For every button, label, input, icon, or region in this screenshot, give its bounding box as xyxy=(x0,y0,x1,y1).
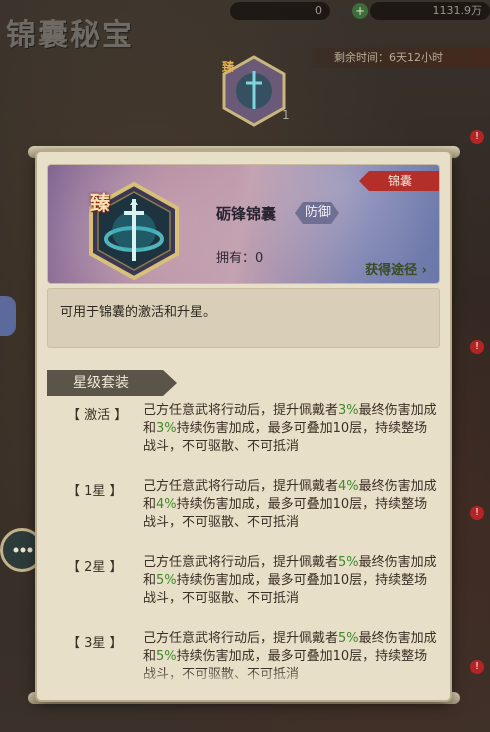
star-level-list[interactable]: 【 激活 】 己方任意武将行动后，提升佩戴者3%最终伤害加成和3%持续伤害加成，… xyxy=(47,402,442,688)
obtain-method-label: 获得途径 xyxy=(365,263,418,278)
star-level-row: 【 1星 】 己方任意武将行动后，提升佩戴者4%最终伤害加成和4%持续伤害加成，… xyxy=(47,478,442,554)
star-level-label: 【 2星 】 xyxy=(67,560,123,575)
resource-counter-1: 0 xyxy=(230,2,330,20)
item-detail-panel: 臻 砺锋锦囊 防御 拥有：0 锦囊 获得途径 › 可用于锦囊的激活和升星。 星级… xyxy=(37,152,450,700)
obtain-method-link[interactable]: 获得途径 › xyxy=(365,259,427,278)
notification-dot: ! xyxy=(470,660,484,674)
chat-icon xyxy=(13,547,33,553)
section-title-star-set: 星级套装 xyxy=(47,370,177,396)
featured-item-count: 1 xyxy=(282,108,290,122)
event-title: 锦囊秘宝 xyxy=(6,18,134,53)
resource-counter-2: 1131.9万 xyxy=(370,2,490,20)
chevron-right-icon: › xyxy=(421,263,427,278)
item-type-tag: 防御 xyxy=(295,202,339,224)
star-level-effect: 己方任意武将行动后，提升佩戴者5%最终伤害加成和5%持续伤害加成，最多可叠加10… xyxy=(143,555,437,606)
notification-dot: ! xyxy=(470,130,484,144)
star-level-label: 【 激活 】 xyxy=(67,408,128,423)
featured-quality-badge: 臻 xyxy=(222,60,235,74)
item-header: 臻 砺锋锦囊 防御 拥有：0 锦囊 获得途径 › xyxy=(47,164,440,284)
star-level-label: 【 1星 】 xyxy=(67,484,123,499)
side-menu-tab[interactable] xyxy=(0,296,16,336)
star-level-effect: 己方任意武将行动后，提升佩戴者3%最终伤害加成和3%持续伤害加成，最多可叠加10… xyxy=(143,403,437,454)
notification-dot: ! xyxy=(470,506,484,520)
quality-badge: 臻 xyxy=(90,191,110,215)
item-description: 可用于锦囊的激活和升星。 xyxy=(47,288,440,348)
item-name: 砺锋锦囊 xyxy=(216,205,277,223)
star-level-effect: 己方任意武将行动后，提升佩戴者4%最终伤害加成和4%持续伤害加成，最多可叠加10… xyxy=(143,479,437,530)
owned-count: 拥有：0 xyxy=(216,251,264,266)
list-fade xyxy=(47,668,442,688)
star-level-row: 【 激活 】 己方任意武将行动后，提升佩戴者3%最终伤害加成和3%持续伤害加成，… xyxy=(47,402,442,478)
resource-bar: 0 1131.9万 + xyxy=(210,0,490,22)
add-currency-button[interactable]: + xyxy=(352,3,368,19)
star-level-label: 【 3星 】 xyxy=(67,636,123,651)
star-level-row: 【 2星 】 己方任意武将行动后，提升佩戴者5%最终伤害加成和5%持续伤害加成，… xyxy=(47,554,442,630)
remaining-time: 剩余时间：6天12小时 xyxy=(312,48,490,68)
category-ribbon: 锦囊 xyxy=(359,171,439,191)
notification-dot: ! xyxy=(470,340,484,354)
